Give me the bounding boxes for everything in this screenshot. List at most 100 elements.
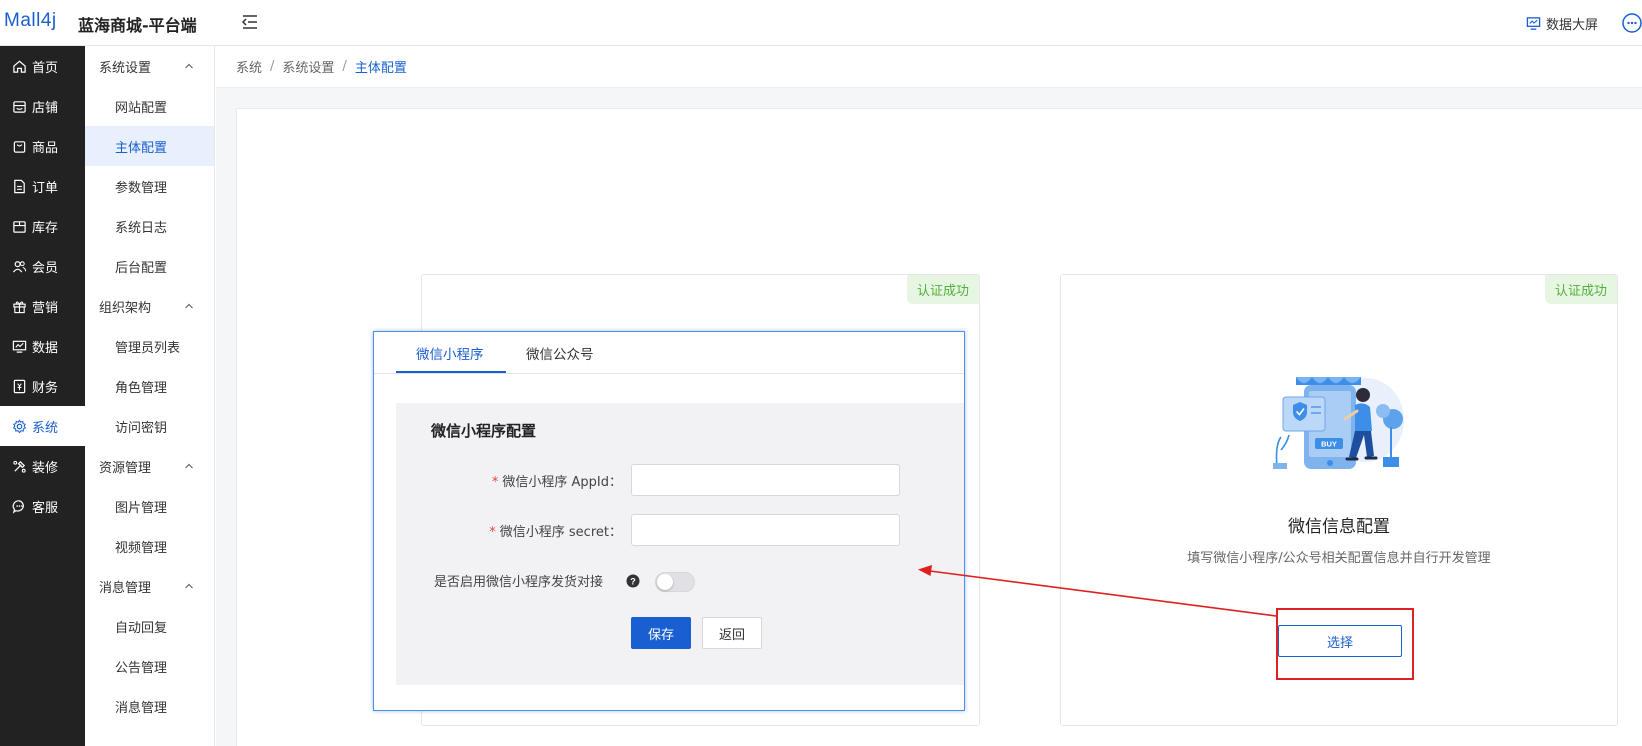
- store-icon: [13, 100, 26, 113]
- subnav-item-website-config[interactable]: 网站配置: [85, 86, 214, 126]
- subnav-item-system-log[interactable]: 系统日志: [85, 206, 214, 246]
- chevron-up-icon: [185, 463, 193, 469]
- subnav-group-messages[interactable]: 消息管理: [85, 566, 214, 606]
- subnav-item-roles[interactable]: 角色管理: [85, 366, 214, 406]
- sidebar-item-label: 首页: [32, 60, 59, 76]
- data-bigscreen-link[interactable]: 数据大屏: [1526, 14, 1598, 33]
- breadcrumb-current: 主体配置: [354, 61, 407, 76]
- toggle-knob: [657, 574, 673, 590]
- chart-icon: [12, 340, 27, 353]
- sidebar-item-label: 商品: [32, 140, 59, 156]
- subnav-item-message-manage[interactable]: 消息管理: [85, 686, 214, 726]
- sidebar-item-label: 店铺: [32, 100, 59, 116]
- box-icon: [13, 220, 26, 233]
- secret-label: * 微信小程序 secret：: [489, 521, 622, 540]
- breadcrumb: 系统 / 系统设置 / 主体配置: [216, 46, 1642, 88]
- primary-sidebar: 首页 店铺 商品 订单 库存 会员 营销 数据 财务 系统 装修 客服: [0, 46, 85, 746]
- secret-input[interactable]: [631, 514, 900, 546]
- subnav-item-backend-config[interactable]: 后台配置: [85, 246, 214, 286]
- subnav-group-system-settings[interactable]: 系统设置: [85, 46, 214, 86]
- verified-badge: 认证成功: [1544, 275, 1617, 304]
- active-tab-indicator: [396, 371, 506, 373]
- subnav-group-title: 系统设置: [99, 60, 152, 76]
- chevron-up-icon: [185, 63, 193, 69]
- gift-icon: [13, 301, 26, 313]
- header-actions: 数据大屏: [1526, 12, 1642, 34]
- subnav-item-images[interactable]: 图片管理: [85, 486, 214, 526]
- subnav-group-organization[interactable]: 组织架构: [85, 286, 214, 326]
- help-icon[interactable]: ?: [626, 574, 640, 588]
- sidebar-item-service[interactable]: 客服: [0, 486, 85, 526]
- sidebar-item-home[interactable]: 首页: [0, 46, 85, 86]
- verified-badge: 认证成功: [906, 275, 979, 304]
- finance-icon: [13, 379, 26, 393]
- breadcrumb-item[interactable]: 系统设置: [282, 57, 334, 76]
- secret-label-text: 微信小程序 secret：: [499, 525, 622, 540]
- chevron-up-icon: [185, 303, 193, 309]
- collapse-menu-icon[interactable]: [240, 12, 260, 32]
- chat-icon: [12, 499, 24, 514]
- required-mark: *: [491, 475, 499, 490]
- message-more-icon[interactable]: [1618, 11, 1642, 35]
- form-title: 微信小程序配置: [431, 422, 537, 440]
- sidebar-item-members[interactable]: 会员: [0, 246, 85, 286]
- sidebar-item-label: 客服: [32, 500, 59, 516]
- required-mark: *: [489, 525, 496, 540]
- sidebar-item-store[interactable]: 店铺: [0, 86, 85, 126]
- sidebar-item-system[interactable]: 系统: [0, 406, 85, 446]
- sidebar-item-decorate[interactable]: 装修: [0, 446, 85, 486]
- sidebar-item-inventory[interactable]: 库存: [0, 206, 85, 246]
- sidebar-item-label: 会员: [32, 260, 59, 276]
- subnav-item-entity-config[interactable]: 主体配置: [85, 126, 214, 166]
- appid-input[interactable]: [631, 464, 900, 496]
- sidebar-item-data[interactable]: 数据: [0, 326, 85, 366]
- bag-icon: [13, 140, 26, 153]
- sidebar-item-label: 营销: [32, 300, 59, 316]
- subnav-group-title: 组织架构: [99, 300, 152, 316]
- appid-label: * 微信小程序 AppId：: [492, 471, 622, 490]
- back-button[interactable]: 返回: [702, 617, 762, 649]
- subnav-item-params[interactable]: 参数管理: [85, 166, 214, 206]
- sidebar-item-finance[interactable]: 财务: [0, 366, 85, 406]
- wechat-config-dialog: 微信小程序 微信公众号 微信小程序配置 * 微信小程序 AppId： * 微信小程序…: [373, 331, 965, 711]
- shipping-toggle-switch[interactable]: [655, 572, 695, 592]
- logo[interactable]: Mall4j: [4, 10, 57, 32]
- sidebar-item-label: 系统: [32, 420, 59, 436]
- secondary-sidebar: 系统设置 网站配置 主体配置 参数管理 系统日志 后台配置 组织架构 管理员列表…: [85, 46, 215, 746]
- tab-mini-program[interactable]: 微信小程序: [416, 332, 484, 374]
- top-header: Mall4j 蓝海商城-平台端 数据大屏: [0, 0, 1642, 46]
- annotation-highlight-box: [1276, 608, 1414, 680]
- subnav-item-announcements[interactable]: 公告管理: [85, 646, 214, 686]
- dialog-tabs: 微信小程序 微信公众号: [374, 332, 964, 374]
- save-button[interactable]: 保存: [631, 617, 691, 649]
- sidebar-item-orders[interactable]: 订单: [0, 166, 85, 206]
- sidebar-item-marketing[interactable]: 营销: [0, 286, 85, 326]
- subnav-item-admin-list[interactable]: 管理员列表: [85, 326, 214, 366]
- sidebar-item-label: 装修: [32, 460, 59, 476]
- illustration-buy-label: BUY: [1321, 440, 1337, 449]
- sidebar-item-label: 数据: [32, 340, 59, 356]
- subnav-item-auto-reply[interactable]: 自动回复: [85, 606, 214, 646]
- subnav-item-videos[interactable]: 视频管理: [85, 526, 214, 566]
- sidebar-item-goods[interactable]: 商品: [0, 126, 85, 166]
- card-description: 填写微信小程序/公众号相关配置信息并自行开发管理: [1187, 551, 1491, 566]
- monitor-icon: [1526, 16, 1541, 30]
- mini-program-form: 微信小程序配置 * 微信小程序 AppId： * 微信小程序 secret： 是否启…: [396, 403, 964, 685]
- users-icon: [12, 260, 27, 273]
- home-icon: [13, 60, 26, 73]
- subnav-group-resources[interactable]: 资源管理: [85, 446, 214, 486]
- card-title: 微信信息配置: [1288, 517, 1390, 537]
- sidebar-item-label: 库存: [32, 220, 59, 236]
- breadcrumb-item[interactable]: 系统: [236, 57, 262, 76]
- chevron-up-icon: [185, 583, 193, 589]
- tab-official-account[interactable]: 微信公众号: [526, 332, 594, 374]
- svg-text:?: ?: [630, 577, 636, 587]
- shipping-toggle-label: 是否启用微信小程序发货对接: [433, 575, 603, 590]
- appid-label-text: 微信小程序 AppId：: [502, 475, 622, 490]
- bigscreen-label: 数据大屏: [1545, 17, 1598, 33]
- document-icon: [14, 179, 25, 193]
- subnav-group-title: 资源管理: [99, 460, 152, 476]
- subnav-item-access-keys[interactable]: 访问密钥: [85, 406, 214, 446]
- decorate-icon: [13, 460, 26, 473]
- wechat-illustration: BUY: [1273, 377, 1404, 469]
